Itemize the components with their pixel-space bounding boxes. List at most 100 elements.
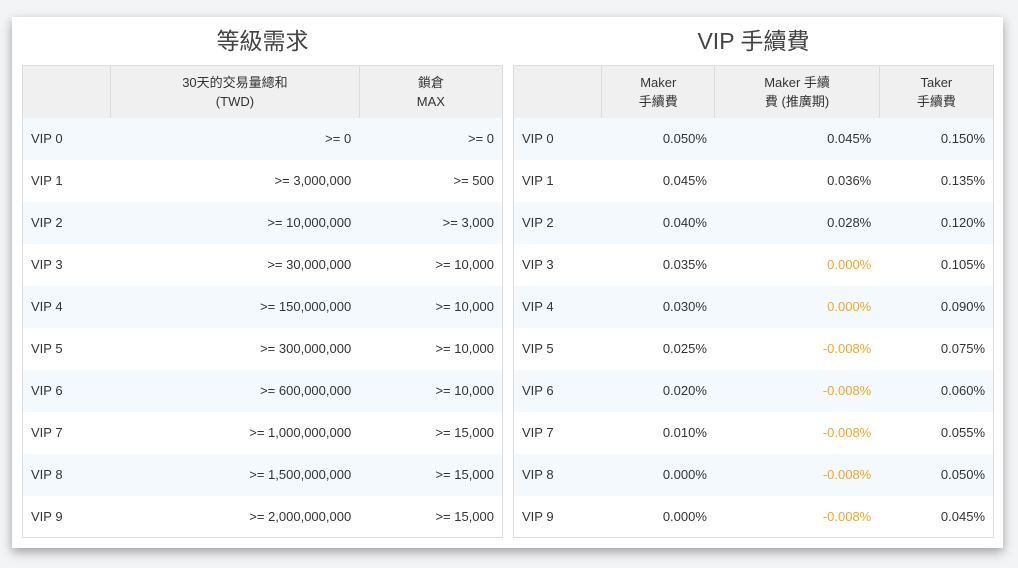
vip-level: VIP 1: [31, 173, 63, 188]
volume-requirement: >= 3,000,000: [274, 173, 352, 188]
lock-requirement: >= 15,000: [435, 467, 494, 482]
volume-requirement: >= 0: [325, 131, 352, 146]
volume-requirement: >= 2,000,000,000: [249, 508, 352, 524]
header-30day-volume-label: 30天的交易量總和 (TWD): [182, 74, 288, 109]
taker-fee: 0.050%: [940, 467, 985, 482]
table-row: VIP 7 0.010% -0.008% 0.055%: [513, 411, 994, 454]
lock-requirement: >= 10,000: [435, 257, 494, 272]
table-row: VIP 4 >= 150,000,000 >= 10,000: [22, 285, 503, 328]
header-30day-volume: 30天的交易量總和 (TWD): [110, 65, 360, 118]
volume-requirement: >= 1,000,000,000: [249, 425, 352, 440]
vip-fees-table: Maker 手續費 Maker 手續 費 (推廣期) Taker 手續費 VIP…: [513, 65, 994, 538]
table-row: VIP 0 >= 0 >= 0: [22, 117, 503, 160]
maker-fee-promo: -0.008%: [822, 508, 872, 524]
lock-requirement: >= 10,000: [435, 341, 494, 356]
lock-requirement: >= 15,000: [435, 425, 494, 440]
taker-fee: 0.090%: [940, 299, 985, 314]
table-row: VIP 6 0.020% -0.008% 0.060%: [513, 369, 994, 412]
vip-level: VIP 3: [522, 257, 554, 272]
taker-fee: 0.135%: [940, 173, 985, 188]
maker-fee-promo: 0.000%: [827, 257, 872, 272]
header-lock-max-label: 鎖倉 MAX: [416, 74, 445, 109]
table-row: VIP 2 >= 10,000,000 >= 3,000: [22, 201, 503, 244]
header-level: [22, 65, 112, 118]
maker-fee-promo: -0.008%: [822, 341, 872, 356]
table-row: VIP 8 >= 1,500,000,000 >= 15,000: [22, 453, 503, 496]
maker-fee-promo: 0.045%: [827, 131, 872, 146]
vip-level: VIP 5: [31, 341, 63, 356]
maker-fee-promo: 0.000%: [827, 299, 872, 314]
vip-level: VIP 6: [522, 383, 554, 398]
maker-fee: 0.045%: [662, 173, 707, 188]
table-row: VIP 2 0.040% 0.028% 0.120%: [513, 201, 994, 244]
level-requirements-title: 等級需求: [216, 28, 309, 54]
volume-requirement: >= 600,000,000: [260, 383, 352, 398]
taker-fee: 0.055%: [940, 425, 985, 440]
lock-requirement: >= 500: [453, 173, 495, 188]
volume-requirement: >= 1,500,000,000: [249, 467, 352, 482]
table-row: VIP 6 >= 600,000,000 >= 10,000: [22, 369, 503, 412]
maker-fee: 0.050%: [662, 131, 707, 146]
lock-requirement: >= 3,000: [442, 215, 494, 230]
vip-level: VIP 9: [31, 508, 63, 524]
table-row: VIP 5 >= 300,000,000 >= 10,000: [22, 327, 503, 370]
maker-fee-promo: -0.008%: [822, 383, 872, 398]
lock-requirement: >= 0: [467, 131, 494, 146]
vip-level: VIP 6: [31, 383, 63, 398]
level-requirements-panel: 等級需求 30天的交易量總和 (TWD) 鎖倉 MAX VIP 0 >= 0 >= …: [22, 17, 503, 538]
level-requirements-table: 30天的交易量總和 (TWD) 鎖倉 MAX VIP 0 >= 0 >= 0 VIP…: [22, 65, 503, 538]
maker-fee-promo: -0.008%: [822, 425, 872, 440]
vip-fees-title: VIP 手續費: [697, 28, 810, 54]
vip-level: VIP 5: [522, 341, 554, 356]
header-lock-max: 鎖倉 MAX: [359, 66, 502, 118]
maker-fee: 0.000%: [662, 508, 707, 524]
vip-level: VIP 2: [522, 215, 554, 230]
volume-requirement: >= 30,000,000: [267, 257, 352, 272]
header-maker-fee-promo: Maker 手續 費 (推廣期): [714, 65, 880, 118]
volume-requirement: >= 150,000,000: [260, 299, 352, 314]
lock-requirement: >= 10,000: [435, 299, 494, 314]
taker-fee: 0.150%: [940, 131, 985, 146]
volume-requirement: >= 300,000,000: [260, 341, 352, 356]
vip-level: VIP 8: [31, 467, 63, 482]
fee-schedule-card: 等級需求 30天的交易量總和 (TWD) 鎖倉 MAX VIP 0 >= 0 >= …: [12, 17, 1003, 548]
header-level: [513, 65, 603, 118]
vip-level: VIP 7: [31, 425, 63, 440]
vip-level: VIP 4: [522, 299, 554, 314]
taker-fee: 0.075%: [940, 341, 985, 356]
vip-level: VIP 4: [31, 299, 63, 314]
vip-level: VIP 0: [31, 131, 63, 146]
header-maker-fee-label: Maker 手續費: [638, 74, 678, 109]
header-taker-fee: Taker 手續費: [879, 66, 993, 118]
vip-level: VIP 8: [522, 467, 554, 482]
table-row: VIP 7 >= 1,000,000,000 >= 15,000: [22, 411, 503, 454]
maker-fee: 0.000%: [662, 467, 707, 482]
maker-fee: 0.030%: [662, 299, 707, 314]
table-row: VIP 1 >= 3,000,000 >= 500: [22, 159, 503, 202]
table-row: VIP 1 0.045% 0.036% 0.135%: [513, 159, 994, 202]
vip-level: VIP 9: [522, 508, 554, 524]
taker-fee: 0.120%: [940, 215, 985, 230]
header-taker-fee-label: Taker 手續費: [916, 74, 956, 109]
table-row: VIP 3 0.035% 0.000% 0.105%: [513, 243, 994, 286]
maker-fee: 0.040%: [662, 215, 707, 230]
table-header-row: 30天的交易量總和 (TWD) 鎖倉 MAX: [22, 65, 503, 118]
vip-level: VIP 1: [522, 173, 554, 188]
maker-fee-promo: 0.028%: [827, 215, 872, 230]
table-row: VIP 9 >= 2,000,000,000 >= 15,000: [22, 495, 503, 538]
taker-fee: 0.060%: [940, 383, 985, 398]
lock-requirement: >= 10,000: [435, 383, 494, 398]
table-row: VIP 4 0.030% 0.000% 0.090%: [513, 285, 994, 328]
header-maker-fee-promo-label: Maker 手續 費 (推廣期): [764, 74, 830, 109]
taker-fee: 0.105%: [940, 257, 985, 272]
vip-level: VIP 7: [522, 425, 554, 440]
vip-level: VIP 0: [522, 131, 554, 146]
lock-requirement: >= 15,000: [435, 508, 494, 524]
maker-fee-promo: -0.008%: [822, 467, 872, 482]
maker-fee: 0.025%: [662, 341, 707, 356]
taker-fee: 0.045%: [940, 508, 985, 524]
header-maker-fee: Maker 手續費: [601, 65, 716, 118]
table-row: VIP 3 >= 30,000,000 >= 10,000: [22, 243, 503, 286]
vip-level: VIP 2: [31, 215, 63, 230]
table-row: VIP 8 0.000% -0.008% 0.050%: [513, 453, 994, 496]
